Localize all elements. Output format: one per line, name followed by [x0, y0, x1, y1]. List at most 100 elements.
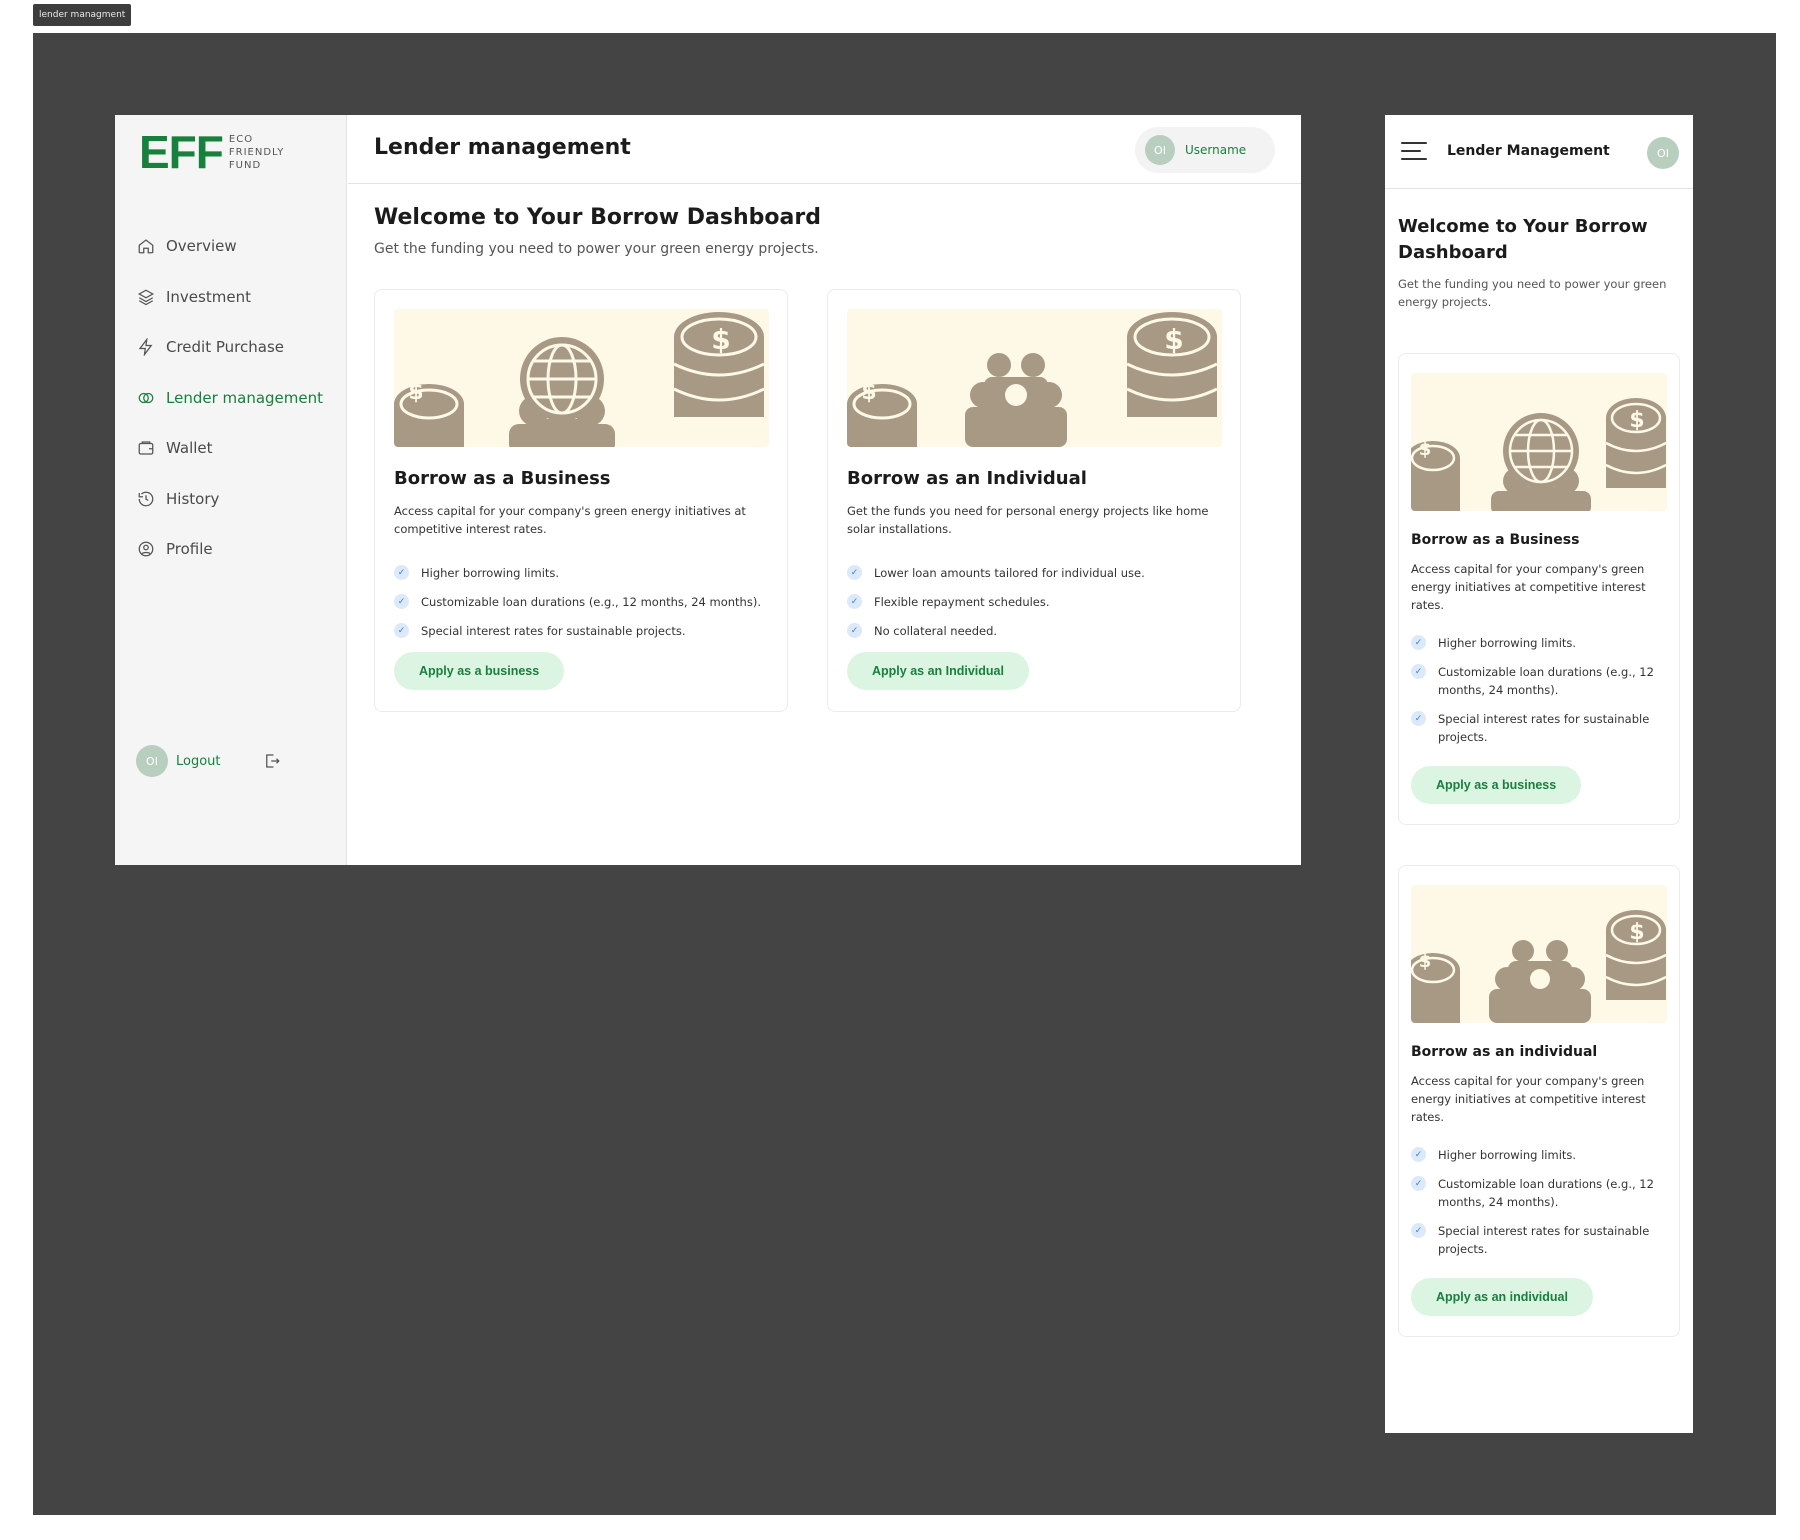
- sidebar: EFF ECO FRIENDLY FUND Overview Investmen…: [115, 115, 347, 865]
- sidebar-item-investment[interactable]: Investment: [137, 272, 323, 323]
- check-icon: ✓: [394, 565, 409, 580]
- main-content: Welcome to Your Borrow Dashboard Get the…: [348, 185, 1301, 865]
- sidebar-item-wallet[interactable]: Wallet: [137, 423, 323, 474]
- card-title: Borrow as a Business: [1411, 532, 1580, 548]
- check-icon: ✓: [1411, 1147, 1426, 1162]
- apply-business-button[interactable]: Apply as a business: [1411, 766, 1582, 804]
- feature-text: Special interest rates for sustainable p…: [1438, 1224, 1650, 1256]
- feature-list: ✓ Higher borrowing limits. ✓ Customizable …: [1411, 1146, 1661, 1269]
- welcome-heading: Welcome to Your Borrow Dashboard: [374, 205, 821, 230]
- apply-individual-button[interactable]: Apply as an Individual: [847, 652, 1029, 690]
- logo-line: ECO: [228, 133, 254, 145]
- list-item: ✓ Flexible repayment schedules.: [847, 587, 1145, 616]
- sidebar-item-label: Overview: [166, 237, 237, 256]
- feature-list: ✓ Higher borrowing limits. ✓ Customizable …: [1411, 634, 1661, 757]
- feature-text: Higher borrowing limits.: [1438, 636, 1577, 650]
- rings-icon: [138, 392, 154, 403]
- sidebar-item-label: Lender management: [166, 388, 323, 407]
- svg-text:$: $: [1164, 323, 1183, 356]
- profile-icon: [138, 541, 154, 557]
- check-icon: ✓: [1411, 1176, 1426, 1191]
- sidebar-item-lender-management[interactable]: Lender management: [137, 373, 323, 424]
- list-item: ✓ Higher borrowing limits.: [394, 558, 761, 587]
- feature-text: No collateral needed.: [874, 623, 998, 638]
- svg-text:$: $: [711, 323, 730, 356]
- list-item: ✓ Higher borrowing limits.: [1411, 634, 1661, 652]
- svg-text:$: $: [1629, 408, 1644, 433]
- borrow-individual-card: $ $ Borrow as an individual Access capit…: [1398, 865, 1680, 1337]
- feature-text: Customizable loan durations (e.g., 12 mo…: [421, 594, 761, 609]
- business-illustration: $ $: [394, 309, 769, 447]
- list-item: ✓ Higher borrowing limits.: [1411, 1146, 1661, 1164]
- card-title: Borrow as an individual: [1411, 1044, 1598, 1060]
- svg-text:$: $: [1419, 951, 1432, 972]
- sidebar-item-credit-purchase[interactable]: Credit Purchase: [137, 322, 323, 373]
- avatar: OI: [136, 745, 168, 777]
- sidebar-item-profile[interactable]: Profile: [137, 524, 323, 575]
- logo-mark: EFF: [139, 126, 224, 178]
- card-description: Access capital for your company's green …: [1411, 1074, 1646, 1124]
- sidebar-item-label: History: [166, 489, 220, 508]
- feature-text: Special interest rates for sustainable p…: [421, 623, 686, 638]
- frame-label: lender managment: [33, 4, 132, 26]
- mobile-page-title: Lender Management: [1447, 143, 1610, 159]
- user-menu[interactable]: OI Username: [1135, 127, 1275, 173]
- svg-text:$: $: [861, 380, 876, 405]
- feature-text: Customizable loan durations (e.g., 12 mo…: [1438, 1177, 1654, 1209]
- list-item: ✓ No collateral needed.: [847, 616, 1145, 645]
- logo-text: ECO FRIENDLY FUND: [229, 133, 285, 172]
- list-item: ✓ Customizable loan durations (e.g., 12 m…: [394, 587, 761, 616]
- apply-business-button[interactable]: Apply as a business: [394, 652, 565, 690]
- card-description: Access capital for your company's green …: [394, 504, 746, 536]
- feature-list: ✓ Higher borrowing limits. ✓ Customizable …: [394, 558, 761, 645]
- layers-icon: [137, 289, 155, 305]
- apply-individual-button[interactable]: Apply as an individual: [1411, 1278, 1593, 1316]
- top-bar: Lender management OI Username: [348, 115, 1301, 184]
- individual-illustration: $ $: [847, 309, 1222, 447]
- card-description: Get the funds you need for personal ener…: [847, 504, 1209, 536]
- logout-row: OI Logout: [136, 745, 281, 777]
- history-icon: [138, 491, 154, 507]
- list-item: ✓ Special interest rates for sustainable …: [394, 616, 761, 645]
- borrow-business-card: $ $ Borrow as a Business Access capital …: [1398, 353, 1680, 825]
- sidebar-item-label: Wallet: [166, 439, 213, 458]
- sidebar-item-label: Investment: [166, 287, 251, 306]
- avatar[interactable]: OI: [1647, 137, 1679, 169]
- check-icon: ✓: [847, 565, 862, 580]
- check-icon: ✓: [1411, 1223, 1426, 1238]
- business-illustration: $ $: [1411, 373, 1667, 511]
- logout-icon[interactable]: [263, 752, 281, 770]
- welcome-subtitle: Get the funding you need to power your g…: [374, 241, 819, 257]
- feature-text: Higher borrowing limits.: [1438, 1148, 1577, 1162]
- check-icon: ✓: [394, 623, 409, 638]
- sidebar-item-label: Credit Purchase: [166, 338, 284, 357]
- svg-text:$: $: [1629, 920, 1644, 945]
- business-coins-globe-icon: $ $: [394, 312, 765, 447]
- feature-text: Lower loan amounts tailored for individu…: [874, 565, 1145, 580]
- feature-text: Flexible repayment schedules.: [874, 594, 1050, 609]
- list-item: ✓ Special interest rates for sustainable …: [1411, 1222, 1661, 1258]
- check-icon: ✓: [1411, 664, 1426, 679]
- list-item: ✓ Customizable loan durations (e.g., 12 m…: [1411, 1175, 1661, 1211]
- borrow-business-card: $ $ Borrow as a Business Access capital …: [374, 289, 788, 712]
- sidebar-nav: Overview Investment Credit Purchase Lend…: [137, 221, 323, 575]
- welcome-subtitle: Get the funding you need to power your g…: [1398, 277, 1667, 309]
- desktop-frame: EFF ECO FRIENDLY FUND Overview Investmen…: [115, 115, 1301, 865]
- brand-logo[interactable]: EFF ECO FRIENDLY FUND: [139, 129, 284, 175]
- svg-text:$: $: [1419, 439, 1432, 460]
- logout-button[interactable]: Logout: [176, 754, 221, 769]
- feature-text: Special interest rates for sustainable p…: [1438, 712, 1650, 744]
- individual-coins-people-icon: $ $: [847, 312, 1218, 447]
- card-description: Access capital for your company's green …: [1411, 562, 1646, 612]
- hamburger-menu-icon[interactable]: [1401, 142, 1427, 162]
- sidebar-item-overview[interactable]: Overview: [137, 221, 323, 272]
- sidebar-item-history[interactable]: History: [137, 474, 323, 525]
- check-icon: ✓: [1411, 711, 1426, 726]
- username-label: Username: [1185, 143, 1247, 157]
- list-item: ✓ Customizable loan durations (e.g., 12 m…: [1411, 663, 1661, 699]
- card-title: Borrow as an Individual: [847, 468, 1087, 489]
- list-item: ✓ Special interest rates for sustainable …: [1411, 710, 1661, 746]
- logo-line: FRIENDLY: [228, 146, 285, 158]
- check-icon: ✓: [394, 594, 409, 609]
- check-icon: ✓: [1411, 635, 1426, 650]
